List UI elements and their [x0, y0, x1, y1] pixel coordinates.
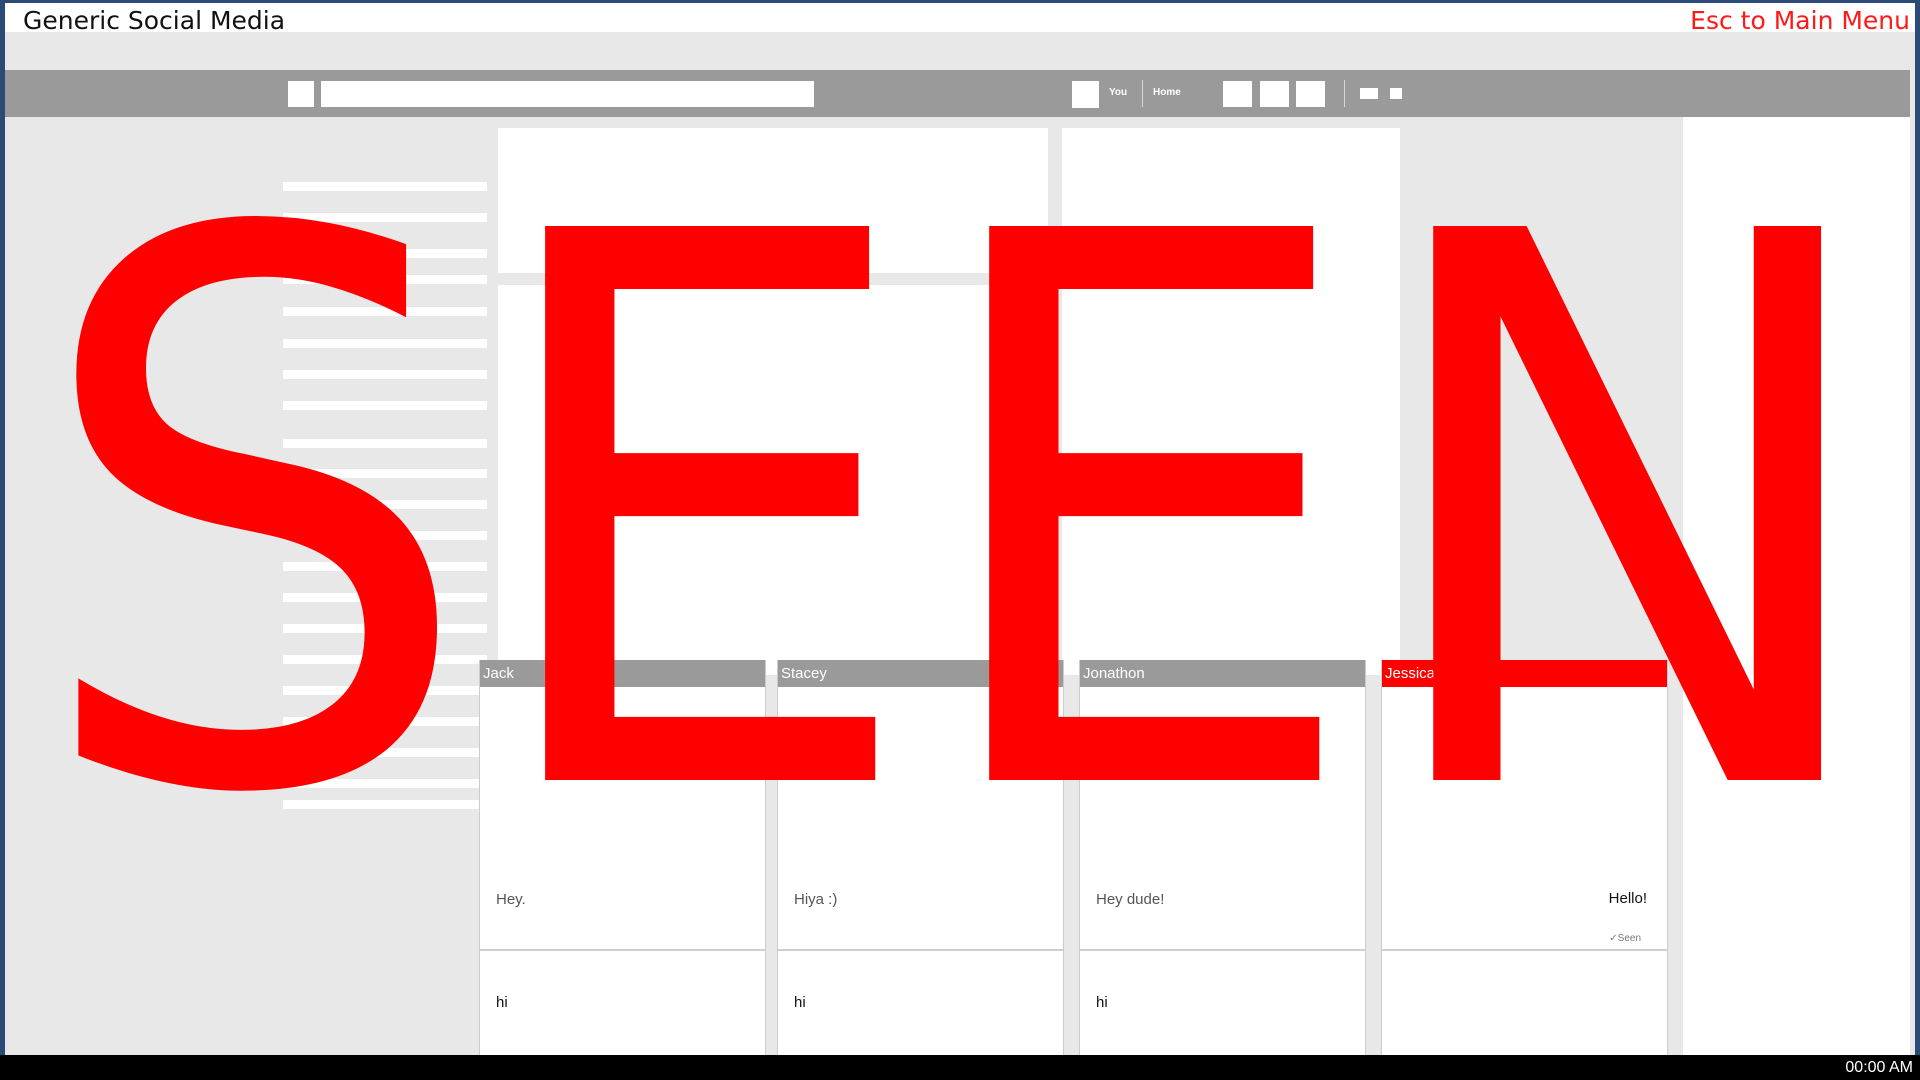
chat-window-jack: Jack Hey. hi — [479, 660, 766, 1055]
chat-message-sent: Hello! — [1608, 890, 1647, 907]
nav-divider — [1142, 80, 1143, 107]
sidebar-nav-item[interactable] — [283, 469, 487, 478]
sidebar-nav-item[interactable] — [283, 339, 487, 348]
sidebar-nav-item[interactable] — [283, 307, 487, 316]
chat-divider — [1382, 949, 1667, 951]
chat-header[interactable]: Jack — [480, 660, 765, 687]
chat-message: Hiya :) — [794, 891, 838, 908]
sidebar-nav-item[interactable] — [283, 401, 487, 410]
menu-icon[interactable] — [1390, 88, 1402, 99]
sidebar-nav-item[interactable] — [283, 800, 487, 809]
esc-to-main-menu-link[interactable]: Esc to Main Menu — [1690, 6, 1910, 35]
settings-icon[interactable] — [1360, 88, 1378, 99]
chat-input[interactable]: hi — [794, 994, 806, 1011]
site-logo-icon[interactable] — [288, 81, 314, 107]
title-bar: Generic Social Media Esc to Main Menu — [5, 3, 1915, 35]
chat-window-stacey: Stacey Hiya :) hi — [777, 660, 1064, 1055]
sidebar-nav-item[interactable] — [283, 562, 487, 571]
feed-post-card — [498, 285, 1048, 675]
sidebar-nav-item[interactable] — [283, 624, 487, 633]
chat-divider — [480, 949, 765, 951]
post-composer-card — [498, 128, 1048, 273]
right-sidebar — [1683, 117, 1910, 1055]
app-title: Generic Social Media — [23, 6, 286, 35]
sidebar-nav-item[interactable] — [283, 686, 487, 695]
sidebar-nav-item[interactable] — [283, 213, 487, 222]
seen-status-label: ✓Seen — [1609, 933, 1641, 944]
chat-message: Hey. — [496, 891, 526, 908]
chat-header[interactable]: Jonathon — [1080, 660, 1365, 687]
status-bar: 00:00 AM — [0, 1055, 1920, 1080]
search-input[interactable] — [321, 81, 814, 107]
chat-window-active: Jessica Hello! ✓Seen — [1381, 660, 1668, 1055]
side-widget-card — [1062, 128, 1400, 675]
nav-divider — [1344, 80, 1345, 107]
messages-icon[interactable] — [1260, 81, 1289, 107]
chat-input[interactable]: hi — [496, 994, 508, 1011]
chat-input[interactable]: hi — [1096, 994, 1108, 1011]
sidebar-nav-item[interactable] — [283, 779, 487, 788]
sidebar-nav-item[interactable] — [283, 249, 487, 258]
sidebar-nav-item[interactable] — [283, 593, 487, 602]
sidebar-nav-item[interactable] — [283, 748, 487, 757]
friend-requests-icon[interactable] — [1223, 81, 1252, 107]
chat-message: Hey dude! — [1096, 891, 1165, 908]
sidebar-nav-item[interactable] — [283, 655, 487, 664]
chat-header[interactable]: Stacey — [778, 660, 1063, 687]
sidebar-nav-item[interactable] — [283, 500, 487, 509]
sidebar-nav-item[interactable] — [283, 439, 487, 448]
notifications-icon[interactable] — [1296, 81, 1325, 107]
chat-header-active[interactable]: Jessica — [1382, 660, 1667, 687]
profile-avatar[interactable] — [1072, 81, 1099, 108]
chat-window-jonathon: Jonathon Hey dude! hi — [1079, 660, 1366, 1055]
sidebar-nav-item[interactable] — [283, 531, 487, 540]
nav-you-link[interactable]: You — [1109, 87, 1127, 98]
sidebar-nav-item[interactable] — [283, 182, 487, 191]
sidebar-nav-item[interactable] — [283, 370, 487, 379]
nav-home-link[interactable]: Home — [1153, 87, 1181, 98]
sidebar-nav-item[interactable] — [283, 275, 487, 284]
chat-divider — [778, 949, 1063, 951]
clock: 00:00 AM — [1845, 1059, 1913, 1076]
chat-divider — [1080, 949, 1365, 951]
sidebar-nav-item[interactable] — [283, 717, 487, 726]
top-navigation-bar: You Home — [5, 70, 1910, 117]
app-window: Generic Social Media Esc to Main Menu Yo… — [5, 3, 1915, 1055]
